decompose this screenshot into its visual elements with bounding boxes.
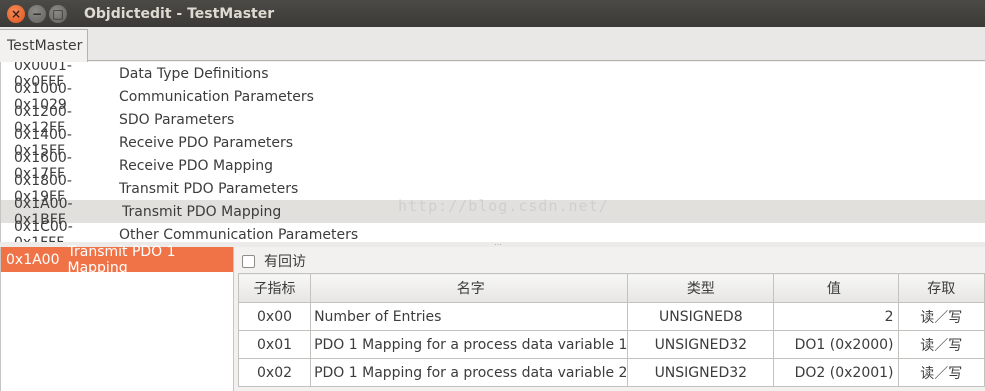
cell-value[interactable]: 2 <box>773 302 899 331</box>
cell-access[interactable]: 读／写 <box>897 358 985 387</box>
cell-type[interactable]: UNSIGNED8 <box>627 302 775 331</box>
subindex-pane: 有回访 子指标 名字 类型 值 存取 0x00 Number of Entrie… <box>234 247 985 391</box>
cell-subindex[interactable]: 0x00 <box>237 302 312 331</box>
title-bar: × − □ Objdictedit - TestMaster <box>0 0 985 27</box>
col-header-type[interactable]: 类型 <box>627 273 775 303</box>
range-code: 0x1C00-0x1FFF <box>14 218 73 243</box>
col-header-name[interactable]: 名字 <box>310 273 629 303</box>
tab-strip: TestMaster <box>0 27 985 62</box>
index-item-selected[interactable]: 0x1A00 Transmit PDO 1 Mapping <box>1 244 233 276</box>
tab-testmaster[interactable]: TestMaster <box>0 29 88 62</box>
range-name: SDO Parameters <box>119 111 235 128</box>
range-row-selected[interactable]: 0x1A00-0x1BFF Transmit PDO Mapping <box>1 196 985 228</box>
col-header-subindex[interactable]: 子指标 <box>237 273 312 303</box>
cell-type[interactable]: UNSIGNED32 <box>627 330 775 359</box>
range-name: Receive PDO Mapping <box>119 157 274 174</box>
cell-type[interactable]: UNSIGNED32 <box>627 358 775 387</box>
cell-subindex[interactable]: 0x02 <box>237 358 312 387</box>
maximize-icon[interactable]: □ <box>49 4 67 23</box>
cell-value[interactable]: DO2 (0x2001) <box>773 358 899 387</box>
table-row[interactable]: 0x00 Number of Entries UNSIGNED8 2 读／写 <box>237 302 985 331</box>
table-row[interactable]: 0x02 PDO 1 Mapping for a process data va… <box>237 358 985 387</box>
table-header-row: 子指标 名字 类型 值 存取 <box>237 273 985 303</box>
cell-name[interactable]: PDO 1 Mapping for a process data variabl… <box>310 330 629 359</box>
callback-option[interactable]: 有回访 <box>242 251 306 271</box>
range-row[interactable]: 0x1400-0x15FF Receive PDO Parameters <box>1 127 985 159</box>
cell-name[interactable]: PDO 1 Mapping for a process data variabl… <box>310 358 629 387</box>
range-name: Other Communication Parameters <box>119 226 359 243</box>
minimize-icon[interactable]: − <box>28 4 46 23</box>
cell-name[interactable]: Number of Entries <box>310 302 629 331</box>
range-row[interactable]: 0x1C00-0x1FFF Other Communication Parame… <box>1 219 985 243</box>
col-header-value[interactable]: 值 <box>773 273 899 303</box>
range-name: Transmit PDO Parameters <box>119 180 299 197</box>
range-name: Communication Parameters <box>119 88 314 105</box>
range-row[interactable]: 0x1000-0x1029 Communication Parameters <box>1 81 985 113</box>
close-icon[interactable]: × <box>7 4 25 23</box>
range-row[interactable]: 0x1600-0x17FF Receive PDO Mapping <box>1 150 985 182</box>
index-range-list: 0x0001-0x0FFF Data Type Definitions 0x10… <box>0 62 985 242</box>
cell-access[interactable]: 读／写 <box>897 330 985 359</box>
range-name: Transmit PDO Mapping <box>122 203 282 220</box>
range-name: Receive PDO Parameters <box>119 134 294 151</box>
cell-subindex[interactable]: 0x01 <box>237 330 312 359</box>
index-list: 0x1A00 Transmit PDO 1 Mapping <box>0 244 234 391</box>
callback-checkbox[interactable] <box>242 254 255 268</box>
range-row[interactable]: 0x1200-0x12FF SDO Parameters <box>1 104 985 136</box>
range-name: Data Type Definitions <box>119 65 269 82</box>
index-name: Transmit PDO 1 Mapping <box>67 243 176 276</box>
cell-access[interactable]: 读／写 <box>897 302 985 331</box>
window-controls: × − □ <box>7 4 70 23</box>
table-row[interactable]: 0x01 PDO 1 Mapping for a process data va… <box>237 330 985 359</box>
range-row[interactable]: 0x0001-0x0FFF Data Type Definitions <box>1 62 985 90</box>
subindex-table: 子指标 名字 类型 值 存取 0x00 Number of Entries UN… <box>237 273 985 387</box>
window-title: Objdictedit - TestMaster <box>84 5 275 22</box>
index-code: 0x1A00 <box>6 251 60 268</box>
col-header-access[interactable]: 存取 <box>897 273 985 303</box>
callback-label: 有回访 <box>264 254 306 270</box>
range-row[interactable]: 0x1800-0x19FF Transmit PDO Parameters <box>1 173 985 205</box>
cell-value[interactable]: DO1 (0x2000) <box>773 330 899 359</box>
splitter-grip-icon[interactable]: ⋯ <box>494 241 502 249</box>
